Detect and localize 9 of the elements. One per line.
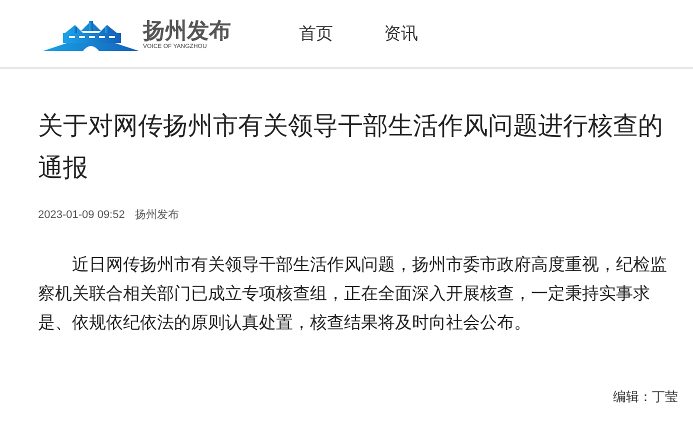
nav-link[interactable]: 资讯: [384, 20, 418, 46]
editor-credit: 编辑：丁莹: [613, 388, 678, 406]
article-source: 扬州发布: [134, 208, 179, 223]
publish-date: 2023-01-09 09:52: [38, 208, 125, 223]
pagoda-logo-icon: [43, 18, 139, 50]
article-body: 近日网传扬州市有关领导干部生活作风问题，扬州市委市政府高度重视，纪检监察机关联合相关部门已成立专项核查组，正在全面深入开展核查，一定秉持实事求是、依规依纪依法的原则认真处置，核查结果将及时向社会公布。: [38, 254, 668, 334]
nav-link[interactable]: 首页: [299, 20, 333, 46]
logo-title: 扬州发布: [143, 18, 231, 42]
article-title: 关于对网传扬州市有关领导干部生活作风问题进行核查的通报: [38, 111, 664, 184]
